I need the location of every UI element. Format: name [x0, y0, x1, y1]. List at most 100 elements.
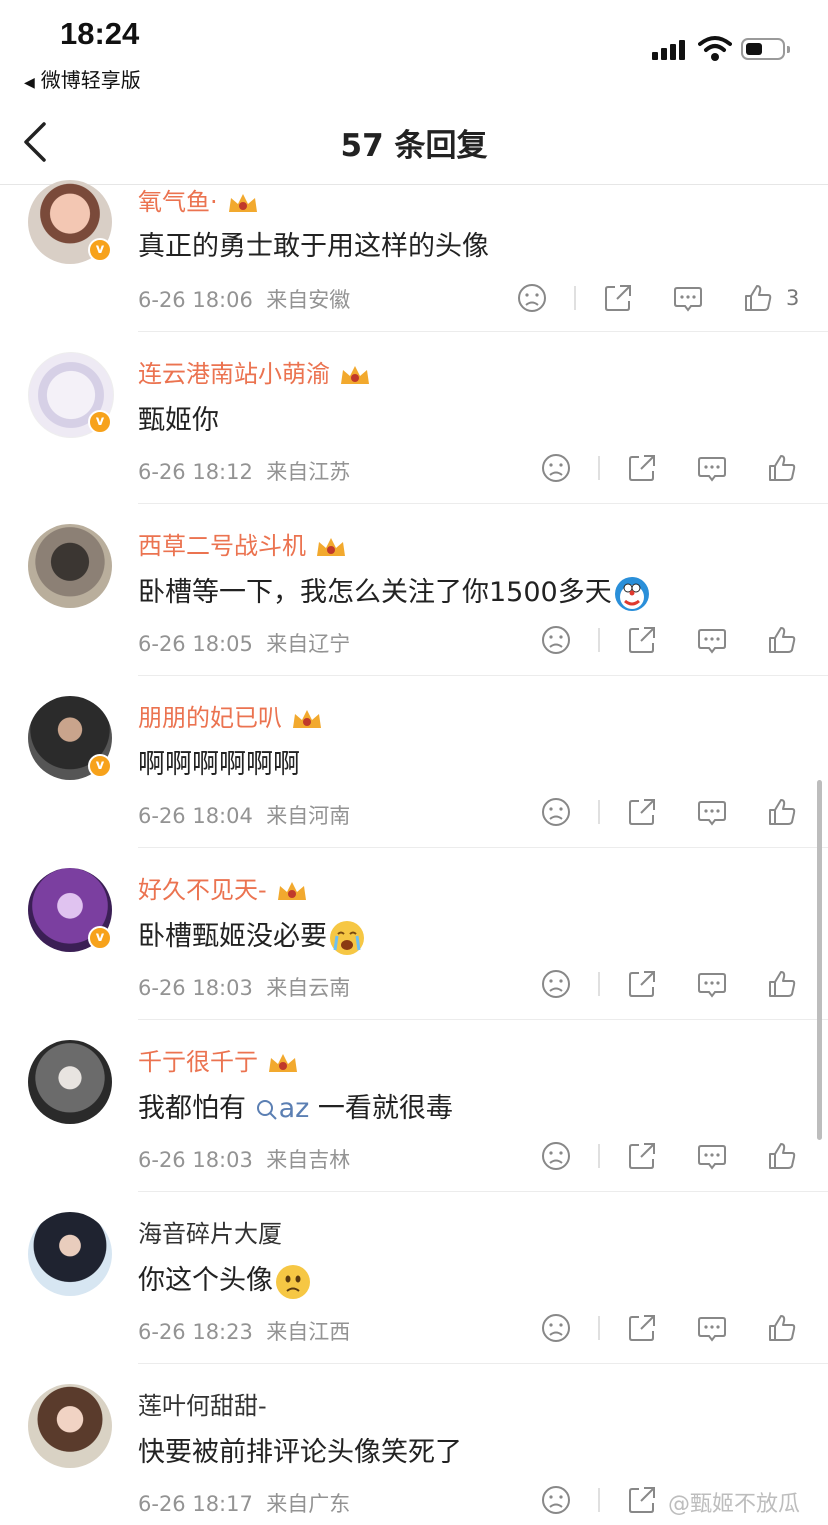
- avatar[interactable]: [28, 1040, 112, 1124]
- comment-text: 甄姬你: [138, 405, 219, 436]
- comment-username[interactable]: 连云港南站小萌渝: [138, 354, 372, 389]
- comment-username[interactable]: 氧气鱼·: [138, 182, 260, 217]
- comment-icon[interactable]: [696, 796, 728, 828]
- comment-meta: 6-26 18:23 来自江西: [138, 1316, 350, 1346]
- comment-date: 6-26 18:17: [138, 1492, 253, 1516]
- comment-location: 来自云南: [266, 976, 351, 1000]
- like-icon[interactable]: [766, 968, 798, 1000]
- watermark: @甄姬不放瓜: [668, 1492, 801, 1517]
- comment-location: 来自江西: [266, 1320, 351, 1344]
- comment-username[interactable]: 西草二号战斗机: [138, 526, 348, 561]
- comment-text: 快要被前排评论头像笑死了: [138, 1437, 462, 1468]
- vip-crown-icon: [277, 882, 306, 900]
- comment-icon[interactable]: [672, 282, 704, 314]
- share-icon[interactable]: [626, 624, 658, 656]
- comment-date: 6-26 18:23: [138, 1320, 253, 1344]
- scrollbar[interactable]: [817, 780, 822, 1140]
- like-icon[interactable]: [766, 1140, 798, 1172]
- like-count: 3: [786, 286, 800, 310]
- comment-item: v 氧气鱼· 真正的勇士敢于用这样的头像 6-26 18:06 来自安徽 3: [0, 180, 828, 332]
- vip-crown-icon: [293, 710, 321, 728]
- share-icon[interactable]: [626, 796, 658, 828]
- comment-location: 来自吉林: [266, 1148, 351, 1172]
- action-divider: [598, 1144, 600, 1168]
- action-divider: [598, 628, 600, 652]
- like-icon[interactable]: [766, 1312, 798, 1344]
- like-icon[interactable]: [742, 282, 774, 314]
- comment-icon[interactable]: [696, 968, 728, 1000]
- page-title: 57 条回复: [340, 128, 488, 164]
- action-divider: [598, 800, 600, 824]
- vip-crown-icon: [317, 538, 345, 556]
- share-icon[interactable]: [626, 452, 658, 484]
- dislike-icon[interactable]: [540, 796, 572, 828]
- comment-item: 西草二号战斗机 卧槽等一下，我怎么关注了你1500多天 6-26 18:05 来…: [0, 504, 828, 676]
- comment-meta: 6-26 18:06 来自安徽: [138, 284, 350, 314]
- dislike-icon[interactable]: [540, 624, 572, 656]
- comment-icon[interactable]: [696, 1312, 728, 1344]
- avatar[interactable]: [28, 1384, 112, 1468]
- comment-icon[interactable]: [696, 452, 728, 484]
- comment-text: 真正的勇士敢于用这样的头像: [138, 231, 489, 262]
- share-icon[interactable]: [626, 1484, 658, 1516]
- search-link[interactable]: az: [255, 1093, 309, 1124]
- vip-crown-icon: [228, 194, 257, 212]
- vip-crown-icon: [269, 1054, 297, 1072]
- dislike-icon[interactable]: [516, 282, 548, 314]
- action-divider: [598, 1316, 600, 1340]
- share-icon[interactable]: [626, 968, 658, 1000]
- dislike-icon[interactable]: [540, 1484, 572, 1516]
- sad-emoji-icon: [276, 1264, 310, 1299]
- verified-badge-icon: v: [88, 754, 112, 778]
- status-bar: 18:24 ◀ 微博轻享版: [0, 0, 828, 100]
- comment-meta: 6-26 18:03 来自云南: [138, 972, 350, 1002]
- dislike-icon[interactable]: [540, 1312, 572, 1344]
- comment-date: 6-26 18:03: [138, 1148, 253, 1172]
- comment-username[interactable]: 海音碎片大厦: [138, 1214, 282, 1249]
- comment-date: 6-26 18:04: [138, 804, 253, 828]
- share-icon[interactable]: [626, 1312, 658, 1344]
- battery-icon: [741, 38, 790, 60]
- dislike-icon[interactable]: [540, 968, 572, 1000]
- comment-list: v 氧气鱼· 真正的勇士敢于用这样的头像 6-26 18:06 来自安徽 3 v…: [0, 180, 828, 1516]
- comment-location: 来自广东: [266, 1492, 351, 1516]
- comment-text: 卧槽等一下，我怎么关注了你1500多天: [138, 570, 650, 612]
- avatar[interactable]: [28, 524, 112, 608]
- like-icon[interactable]: [766, 796, 798, 828]
- comment-date: 6-26 18:03: [138, 976, 253, 1000]
- share-icon[interactable]: [626, 1140, 658, 1172]
- comment-location: 来自江苏: [266, 460, 351, 484]
- comment-item: v 连云港南站小萌渝 甄姬你 6-26 18:12 来自江苏: [0, 332, 828, 504]
- vip-crown-icon: [341, 366, 369, 384]
- comment-username[interactable]: 朋朋的妃已叭: [138, 698, 324, 733]
- comment-icon[interactable]: [696, 1140, 728, 1172]
- comment-text: 你这个头像: [138, 1258, 311, 1300]
- comment-username[interactable]: 好久不见天-: [138, 870, 309, 905]
- comment-date: 6-26 18:05: [138, 632, 253, 656]
- back-to-app-link[interactable]: ◀ 微博轻享版: [24, 64, 141, 93]
- crying-emoji-icon: [330, 920, 364, 955]
- dislike-icon[interactable]: [540, 1140, 572, 1172]
- comment-username[interactable]: 莲叶何甜甜-: [138, 1386, 267, 1421]
- like-icon[interactable]: [766, 452, 798, 484]
- comment-location: 来自河南: [266, 804, 351, 828]
- comment-meta: 6-26 18:04 来自河南: [138, 800, 350, 830]
- comment-item: v 好久不见天- 卧槽甄姬没必要 6-26 18:03 来自云南: [0, 848, 828, 1020]
- comment-meta: 6-26 18:17 来自广东: [138, 1488, 350, 1518]
- action-divider: [598, 1488, 600, 1512]
- comment-username[interactable]: 千亍很千亍: [138, 1042, 300, 1077]
- comment-item: 海音碎片大厦 你这个头像 6-26 18:23 来自江西: [0, 1192, 828, 1364]
- comment-location: 来自辽宁: [266, 632, 351, 656]
- avatar[interactable]: [28, 1212, 112, 1296]
- comment-date: 6-26 18:12: [138, 460, 253, 484]
- search-icon: [256, 1099, 277, 1120]
- like-icon[interactable]: [766, 624, 798, 656]
- back-app-label: 微博轻享版: [40, 68, 141, 92]
- comment-item: v 朋朋的妃已叭 啊啊啊啊啊啊 6-26 18:04 来自河南: [0, 676, 828, 848]
- dislike-icon[interactable]: [540, 452, 572, 484]
- back-triangle-icon: ◀: [24, 75, 35, 91]
- comment-icon[interactable]: [696, 624, 728, 656]
- doraemon-emoji-icon: [614, 576, 649, 611]
- share-icon[interactable]: [602, 282, 634, 314]
- comment-text: 我都怕有 az 一看就很毒: [138, 1093, 453, 1124]
